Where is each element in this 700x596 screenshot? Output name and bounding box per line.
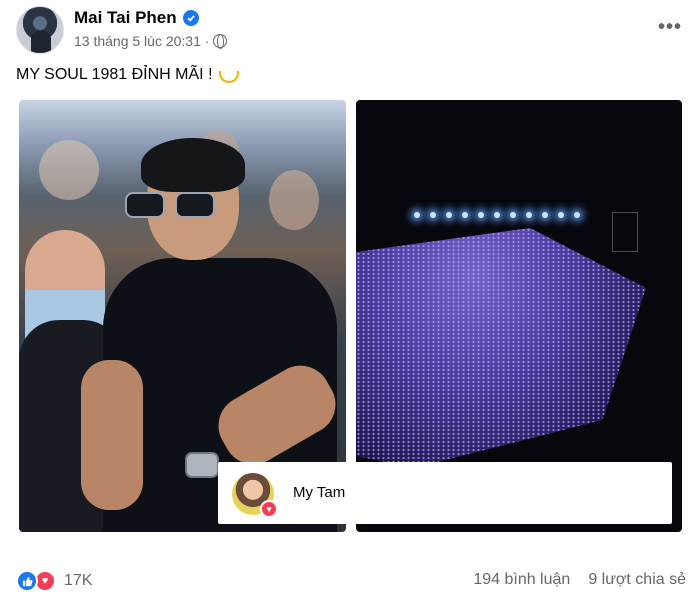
lighting-truss (612, 212, 638, 252)
sunglasses (125, 192, 221, 222)
comment-count[interactable]: 194 bình luận (473, 571, 570, 589)
globe-icon (213, 34, 228, 49)
stage-lights (414, 212, 594, 226)
verified-badge-icon (182, 10, 199, 26)
post-footer: ♥ 17K 194 bình luận 9 lượt chia sẻ (16, 566, 686, 592)
reaction-tag-card[interactable]: ♥ My Tam (218, 462, 672, 524)
heart-icon: ♥ (260, 500, 278, 518)
man-arm (81, 360, 143, 510)
more-options-button[interactable]: ••• (658, 16, 682, 39)
like-icon (16, 570, 38, 592)
post-header: Mai Tai Phen 13 tháng 5 lúc 20:31 · ••• (14, 4, 686, 54)
reaction-count[interactable]: 17K (64, 572, 92, 590)
author-name[interactable]: Mai Tai Phen (74, 8, 177, 28)
author-name-row: Mai Tai Phen (74, 8, 199, 28)
share-count[interactable]: 9 lượt chia sẻ (588, 571, 686, 589)
wristwatch (185, 452, 219, 478)
concert-audience (356, 228, 646, 468)
post-timestamp[interactable]: 13 tháng 5 lúc 20:31 · (74, 33, 209, 49)
tagged-user-name[interactable]: My Tam (293, 484, 345, 501)
reaction-summary[interactable]: ♥ 17K (16, 570, 92, 592)
man-hair (141, 138, 245, 192)
heart-hands-emoji-icon (218, 71, 239, 83)
caption-text: MY SOUL 1981 ĐỈNH MÃI ! (16, 66, 213, 83)
post-meta: 13 tháng 5 lúc 20:31 · (74, 33, 228, 49)
engagement-stats: 194 bình luận 9 lượt chia sẻ (473, 571, 686, 589)
author-avatar[interactable] (16, 6, 64, 54)
post-caption: MY SOUL 1981 ĐỈNH MÃI ! (16, 66, 239, 84)
